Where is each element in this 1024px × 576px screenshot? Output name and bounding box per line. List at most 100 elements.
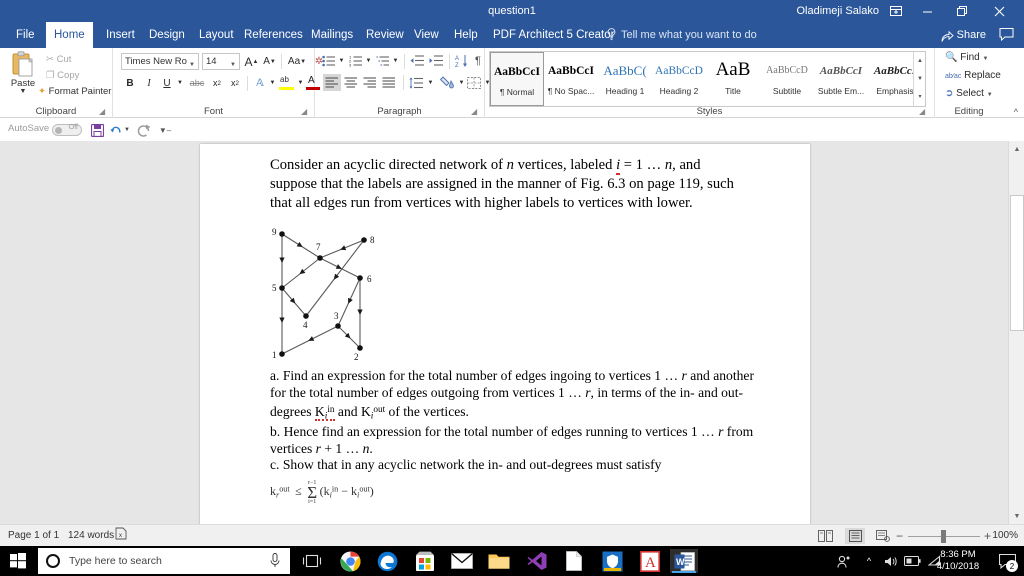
cut-button[interactable]: ✂ Cut <box>46 54 71 65</box>
redo-icon[interactable] <box>135 121 153 139</box>
taskbar-app-explorer[interactable] <box>487 549 511 573</box>
tab-mailings[interactable]: Mailings <box>303 22 361 48</box>
taskbar-app-notepad[interactable] <box>562 549 586 573</box>
print-layout-icon[interactable] <box>845 528 865 544</box>
scrollbar-thumb[interactable] <box>1010 195 1024 331</box>
tab-file[interactable]: File <box>8 22 43 48</box>
document-page[interactable]: Consider an acyclic directed network of … <box>200 144 810 532</box>
people-icon[interactable] <box>834 546 854 576</box>
taskbar-app-visual-studio[interactable] <box>525 549 549 573</box>
bullets-icon[interactable] <box>321 53 337 69</box>
paste-dropdown-caret[interactable]: ▼ <box>6 88 40 95</box>
undo-caret-icon[interactable]: ▼ <box>124 127 130 133</box>
shrink-font-button[interactable]: A ▼ <box>261 53 278 70</box>
web-layout-icon[interactable] <box>873 528 893 544</box>
copy-button[interactable]: ❐ Copy <box>46 70 79 81</box>
font-name-caret-icon[interactable]: ▼ <box>189 58 195 73</box>
taskbar-app-edge[interactable] <box>375 549 399 573</box>
page-indicator[interactable]: Page 1 of 1 <box>8 525 59 547</box>
restore-button[interactable] <box>946 0 976 22</box>
microphone-icon[interactable] <box>270 553 280 573</box>
customize-qat-icon[interactable]: ▼– <box>157 121 173 139</box>
italic-button[interactable]: I <box>142 75 156 91</box>
highlight-caret-icon[interactable]: ▼ <box>296 75 305 91</box>
equation[interactable]: krout ≤ r−1 Σ i=1 (kiin − kiout) <box>270 480 374 505</box>
task-view-icon[interactable] <box>300 549 324 573</box>
style-subtitle[interactable]: AaBbCcD Subtitle <box>760 52 814 106</box>
collapse-ribbon-icon[interactable]: ^ <box>1014 107 1018 117</box>
borders-icon[interactable] <box>466 74 482 91</box>
document-canvas[interactable]: Consider an acyclic directed network of … <box>0 141 1024 532</box>
paste-button[interactable]: Paste ▼ <box>6 51 40 107</box>
vertical-scrollbar[interactable]: ▲ ▼ <box>1008 141 1024 524</box>
taskbar-app-acrobat[interactable]: A <box>638 549 662 573</box>
account-name[interactable]: Oladimeji Salako <box>796 0 879 22</box>
zoom-level[interactable]: 100% <box>992 525 1018 547</box>
font-size-input[interactable]: 14 ▼ <box>202 53 240 70</box>
show-formatting-marks-icon[interactable]: ¶ <box>471 53 485 69</box>
find-button[interactable]: 🔍 Find ▼ <box>945 52 988 63</box>
font-dialog-launcher[interactable]: ◢ <box>301 107 310 116</box>
scroll-up-arrow[interactable]: ▲ <box>1009 141 1024 157</box>
increase-indent-icon[interactable] <box>428 53 445 69</box>
tab-home[interactable]: Home <box>46 22 93 48</box>
grow-font-button[interactable]: A ▲ <box>243 53 260 70</box>
numbering-caret-icon[interactable]: ▼ <box>364 53 373 69</box>
text-effects-caret-icon[interactable]: ▼ <box>268 75 277 91</box>
tab-pdf-architect-5-creator[interactable]: PDF Architect 5 Creator <box>485 22 622 48</box>
ribbon-display-options-icon[interactable] <box>881 0 911 22</box>
show-hidden-icons[interactable]: ^ <box>860 546 878 576</box>
undo-icon[interactable]: ▼ <box>110 121 130 139</box>
tab-insert[interactable]: Insert <box>98 22 143 48</box>
gallery-scroll-down-icon[interactable]: ▼ <box>914 70 926 88</box>
text-highlight-button[interactable]: ab <box>279 75 296 91</box>
style-heading-2[interactable]: AaBbCcD Heading 2 <box>652 52 706 106</box>
justify-icon[interactable] <box>380 74 398 91</box>
read-mode-icon[interactable] <box>815 528 835 544</box>
tab-view[interactable]: View <box>406 22 447 48</box>
font-name-input[interactable]: Times New Ro ▼ <box>121 53 199 70</box>
shading-caret-icon[interactable]: ▼ <box>457 74 466 91</box>
format-painter-button[interactable]: ✦ Format Painter <box>38 86 111 97</box>
align-right-icon[interactable] <box>361 74 379 91</box>
strikethrough-button[interactable]: abc <box>188 75 206 91</box>
search-input[interactable]: Type here to search <box>38 548 290 574</box>
share-button[interactable]: Share <box>941 22 986 48</box>
styles-dialog-launcher[interactable]: ◢ <box>919 107 928 116</box>
minimize-button[interactable] <box>912 0 942 22</box>
numbering-icon[interactable]: 123 <box>348 53 364 69</box>
shading-icon[interactable] <box>439 74 456 91</box>
align-center-icon[interactable] <box>342 74 360 91</box>
taskbar-app-mail[interactable] <box>450 549 474 573</box>
tab-layout[interactable]: Layout <box>191 22 242 48</box>
zoom-slider-thumb[interactable] <box>941 530 946 543</box>
paragraph-dialog-launcher[interactable]: ◢ <box>471 107 480 116</box>
style-subtle-emphasis[interactable]: AaBbCcI Subtle Em... <box>814 52 868 106</box>
taskbar-app-chrome[interactable] <box>338 549 362 573</box>
network-diagram[interactable]: 9 8 7 6 5 4 3 2 1 <box>268 226 388 362</box>
zoom-in-button[interactable]: + <box>984 525 991 547</box>
style-heading-1[interactable]: AaBbC( Heading 1 <box>598 52 652 106</box>
battery-icon[interactable] <box>902 546 922 576</box>
action-center-icon[interactable]: 2 <box>992 546 1022 576</box>
multilevel-caret-icon[interactable]: ▼ <box>391 53 400 69</box>
text-effects-icon[interactable]: 𝔸 <box>252 75 268 91</box>
underline-caret-icon[interactable]: ▼ <box>175 75 185 91</box>
bullets-caret-icon[interactable]: ▼ <box>337 53 346 69</box>
tell-me-search[interactable]: Tell me what you want to do <box>621 22 757 48</box>
find-caret-icon[interactable]: ▼ <box>982 56 988 62</box>
paragraph-questions[interactable]: a. Find an expression for the total numb… <box>270 368 760 474</box>
paragraph-intro[interactable]: Consider an acyclic directed network of … <box>270 156 750 213</box>
close-button[interactable] <box>984 0 1014 22</box>
line-spacing-icon[interactable] <box>408 74 425 91</box>
style-normal[interactable]: AaBbCcI ¶ Normal <box>490 52 544 106</box>
tab-review[interactable]: Review <box>358 22 412 48</box>
clock[interactable]: 8:36 PM 4/10/2018 <box>928 546 988 576</box>
gallery-more-icon[interactable]: ▾ <box>914 88 926 106</box>
replace-button[interactable]: ab⁄ac Replace <box>945 70 1001 81</box>
zoom-out-button[interactable]: − <box>896 525 903 547</box>
superscript-button[interactable]: x2 <box>227 75 243 91</box>
proofing-icon[interactable]: x <box>115 525 128 547</box>
tab-design[interactable]: Design <box>141 22 193 48</box>
bold-button[interactable]: B <box>123 75 137 91</box>
